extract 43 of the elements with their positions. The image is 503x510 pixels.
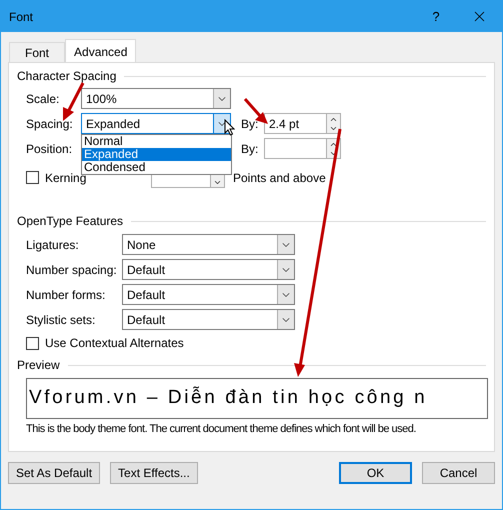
chevron-down-icon (277, 260, 294, 279)
spin-arrows-icon (326, 114, 340, 133)
dropdown[interactable]: 100% (81, 88, 231, 109)
field-label: Number spacing: (26, 262, 118, 278)
checkbox[interactable] (26, 171, 39, 184)
preview-text: Vforum.vn – Diễn đàn tin học công n (29, 386, 428, 410)
chevron-down-icon (277, 235, 294, 254)
dropdown[interactable]: Default (122, 309, 295, 330)
help-button[interactable]: ? (416, 6, 456, 26)
field-label: Spacing: (26, 116, 74, 132)
chevron-down-icon (277, 310, 294, 329)
section-title: Preview (17, 357, 60, 374)
checkbox[interactable] (26, 336, 39, 350)
section-title: OpenType Features (17, 213, 124, 230)
window-title: Font (9, 8, 34, 26)
dialog-button[interactable]: Text Effects... (110, 462, 198, 484)
dialog-button[interactable]: Cancel (422, 462, 495, 484)
dropdown[interactable]: Default (122, 284, 295, 305)
tab[interactable]: Advanced (65, 39, 136, 63)
field-label: Number forms: (26, 286, 106, 304)
field-label: Points and above (233, 170, 326, 186)
field-label: Ligatures: (26, 236, 80, 254)
dropdown[interactable]: Default (122, 259, 295, 280)
field-label: Scale: (26, 90, 60, 108)
section-title: Character Spacing (17, 68, 116, 85)
field-label: By: (241, 116, 260, 132)
dialog-button[interactable]: OK (339, 462, 412, 484)
spin-field[interactable]: 2.4 pt (264, 113, 341, 134)
field-label: By: (241, 140, 260, 158)
dropdown-option[interactable]: Expanded (82, 148, 231, 161)
spin-field[interactable] (264, 138, 341, 159)
arrow (63, 82, 84, 121)
checkbox-label: Use Contextual Alternates (45, 335, 184, 352)
preview-note: This is the body theme font. The current document theme defines which font will be used. (26, 422, 417, 437)
dropdown[interactable]: None (122, 234, 295, 255)
tab[interactable]: Font (9, 42, 66, 62)
dialog-button[interactable]: Set As Default (8, 462, 100, 484)
dropdown-option[interactable]: Normal (82, 135, 231, 148)
field-label: Position: (26, 140, 74, 158)
dropdown[interactable]: Expanded (81, 113, 231, 134)
chevron-down-icon (213, 89, 230, 108)
field-label: Stylistic sets: (26, 312, 96, 328)
chevron-down-icon (277, 285, 294, 304)
